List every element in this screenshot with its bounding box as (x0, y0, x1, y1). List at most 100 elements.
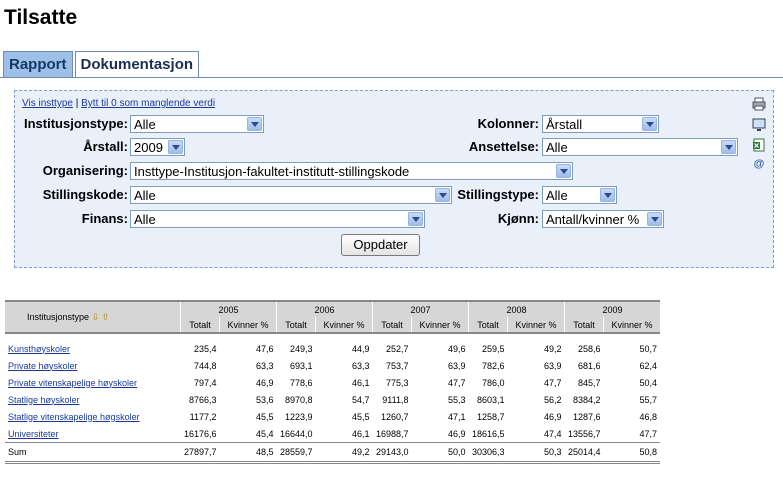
monitor-icon[interactable] (752, 118, 766, 132)
kvinner-cell: 50,3 (507, 442, 565, 464)
institution-cell: Private høyskoler (5, 357, 181, 374)
kolonner-select[interactable]: Årstall (542, 115, 659, 133)
totalt-cell: 252,7 (385, 343, 409, 354)
totalt-cell: 681,6 (577, 360, 601, 371)
totalt-cell: 845,7 (577, 377, 601, 388)
kvinner-cell: 63,9 (447, 360, 466, 371)
institution-link[interactable]: Statlige vitenskapelige høgskoler (8, 412, 140, 422)
subheader-totalt: Totalt (180, 317, 220, 334)
kvinner-cell: 45,5 (255, 411, 274, 422)
kvinner-cell: 46,9 (255, 377, 274, 388)
totalt-cell: 13556,7 (567, 428, 601, 439)
organisering-select[interactable]: Insttype-Institusjon-fakultet-institutt-… (130, 162, 573, 180)
totalt-cell: 16644,0 (279, 428, 313, 439)
kvinner-cell: 47,7 (543, 377, 562, 388)
totalt-cell: 16988,7 (375, 428, 409, 439)
kvinner-cell: 46,9 (543, 411, 562, 422)
kvinner-cell: 46,9 (447, 428, 466, 439)
kjonn-label: Kjønn: (497, 211, 539, 226)
kvinner-cell: 47,7 (639, 428, 657, 439)
ansettelse-select[interactable]: Alle (542, 138, 738, 156)
stillingstype-label: Stillingstype: (457, 187, 539, 202)
year-header: 2008 (468, 300, 565, 317)
chevron-down-icon (408, 212, 423, 226)
kvinner-cell: 49,2 (315, 442, 373, 464)
kvinner-cell: 50,7 (639, 343, 657, 354)
institution-cell: Sum (5, 442, 181, 464)
sum-row: Sum 27897,7 48,5 28559,7 49,2 29143,0 50,0 3030… (5, 442, 660, 464)
bytt-til-0-link[interactable]: Bytt til 0 som manglende verdi (81, 98, 215, 109)
chevron-down-icon (247, 117, 262, 131)
totalt-cell: 258,6 (577, 343, 601, 354)
kvinner-cell: 49,6 (447, 343, 466, 354)
institution-link[interactable]: Private vitenskapelige høyskoler (8, 378, 137, 388)
subheader-kvinner: Kvinner % (603, 317, 660, 334)
print-icon[interactable] (752, 97, 766, 111)
sort-icon[interactable]: ⇩ ⇧ (92, 312, 110, 322)
page-title: Tilsatte (4, 6, 78, 29)
finans-select[interactable]: Alle (130, 210, 425, 228)
totalt-cell: 1223,9 (284, 411, 313, 422)
column-header-institusjonstype: Institusjonstype ⇩ ⇧ (5, 300, 181, 334)
kvinner-cell: 45,5 (351, 411, 370, 422)
institution-link[interactable]: Private høyskoler (8, 361, 78, 371)
chevron-down-icon (721, 140, 736, 154)
kvinner-cell: 46,1 (351, 377, 370, 388)
filter-panel: Vis insttype | Bytt til 0 som manglende … (14, 90, 774, 268)
totalt-cell: 8384,2 (572, 394, 601, 405)
totalt-cell: 693,1 (289, 360, 313, 371)
kvinner-cell: 47,6 (255, 343, 274, 354)
kvinner-cell: 47,1 (447, 411, 466, 422)
institution-link[interactable]: Universiteter (8, 429, 59, 439)
table-row: Private høyskoler 744,8 63,3 693,1 63,3 753,7… (5, 357, 660, 374)
oppdater-button[interactable]: Oppdater (341, 234, 420, 256)
totalt-cell: 249,3 (289, 343, 313, 354)
tab-rapport[interactable]: Rapport (3, 51, 73, 77)
tab-bar: Rapport Dokumentasjon (3, 51, 200, 77)
totalt-cell: 8603,1 (476, 394, 505, 405)
stillingskode-select[interactable]: Alle (130, 186, 452, 204)
totalt-cell: 775,3 (385, 377, 409, 388)
chevron-down-icon (600, 188, 615, 202)
institution-link[interactable]: Statlige høyskoler (8, 395, 80, 405)
kjonn-select[interactable]: Antall/kvinner % (542, 210, 664, 228)
row-header-label: Institusjonstype (27, 311, 90, 322)
tab-divider (0, 77, 783, 78)
arstall-select[interactable]: 2009 (130, 138, 185, 156)
totalt-cell: 29143,0 (372, 442, 412, 464)
table-row: Private vitenskapelige høyskoler 797,4 46,… (5, 374, 660, 391)
kvinner-cell: 47,7 (447, 377, 466, 388)
totalt-cell: 9111,8 (382, 394, 409, 405)
totalt-cell: 1258,7 (476, 411, 505, 422)
chevron-down-icon (168, 140, 183, 154)
vis-insttype-link[interactable]: Vis insttype (22, 98, 73, 109)
institution-link[interactable]: Kunsthøyskoler (8, 344, 70, 354)
totalt-cell: 1260,7 (380, 411, 409, 422)
totalt-cell: 235,4 (193, 343, 217, 354)
subheader-totalt: Totalt (276, 317, 316, 334)
finans-label: Finans: (81, 211, 128, 226)
institusjonstype-label: Institusjonstype: (23, 116, 128, 131)
kvinner-cell: 55,7 (639, 394, 657, 405)
excel-icon[interactable] (752, 138, 766, 152)
kvinner-cell: 46,1 (351, 428, 370, 439)
totalt-cell: 797,4 (193, 377, 217, 388)
stillingstype-select[interactable]: Alle (542, 186, 617, 204)
ansettelse-label: Ansettelse: (468, 139, 539, 154)
totalt-cell: 30306,3 (468, 442, 508, 464)
kvinner-cell: 62,4 (639, 360, 657, 371)
email-icon[interactable]: @ (752, 157, 766, 171)
subheader-kvinner: Kvinner % (219, 317, 277, 334)
subheader-totalt: Totalt (372, 317, 412, 334)
totalt-cell: 8766,3 (188, 394, 217, 405)
institution-cell: Private vitenskapelige høyskoler (5, 374, 181, 391)
tab-dokumentasjon[interactable]: Dokumentasjon (74, 51, 200, 77)
institusjonstype-select[interactable]: Alle (130, 115, 264, 133)
organisering-label: Organisering: (42, 163, 128, 178)
kvinner-cell: 44,9 (351, 343, 370, 354)
year-header: 2005 (180, 300, 277, 317)
totalt-cell: 28559,7 (276, 442, 316, 464)
kvinner-cell: 50,0 (411, 442, 469, 464)
institution-cell: Kunsthøyskoler (5, 333, 181, 357)
kolonner-label: Kolonner: (477, 116, 539, 131)
